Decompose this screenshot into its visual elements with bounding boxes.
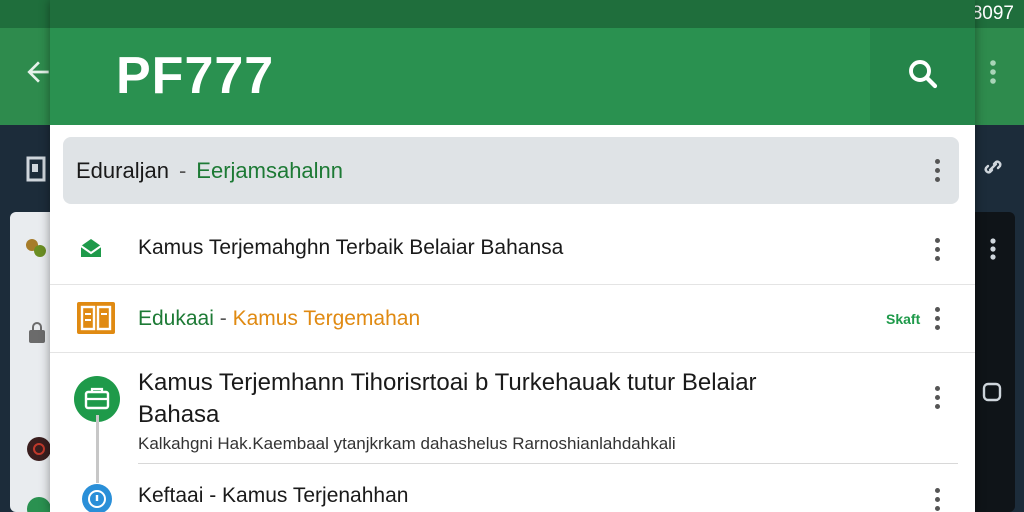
panel-status-bar (50, 0, 975, 28)
background-link-icon[interactable] (982, 156, 1004, 183)
category-separator: - (178, 157, 187, 183)
item-name: Kamus Tergemahan (232, 307, 421, 330)
item-separator: - (219, 307, 227, 330)
list-item[interactable]: Kamus Terjemhann Tihorisrtoai b Turkehau… (50, 353, 975, 464)
app-bar: PF777 (50, 28, 975, 125)
more-vert-icon[interactable] (935, 159, 940, 182)
background-overflow-icon[interactable] (990, 60, 996, 89)
item-category: Edukaai (138, 307, 214, 330)
background-avatar-icon (26, 436, 52, 467)
more-vert-icon[interactable] (935, 488, 940, 511)
item-title: Kamus Terjemahghn Terbaik Belaiar Bahans… (138, 236, 564, 259)
item-title: Edukaai - Kamus Tergemahan (138, 307, 420, 331)
background-lock-icon (28, 322, 46, 349)
background-green-icon (26, 496, 52, 512)
category-subtitle: Eerjamsahalnn (196, 157, 344, 183)
list-item[interactable]: Kamus Terjemahghn Terbaik Belaiar Bahans… (50, 215, 975, 285)
app-title: PF777 (116, 47, 275, 105)
item-title-line2: Bahasa (138, 401, 220, 428)
background-food-icon (24, 236, 48, 265)
background-doc-icon (26, 156, 48, 187)
item-title-line1: Kamus Terjemhann Tihorisrtoai b Turkehau… (138, 369, 757, 396)
status-badge: Skaft (886, 311, 921, 327)
more-vert-icon[interactable] (935, 238, 940, 261)
list-item[interactable]: Keftaai - Kamus Terjenahhan (50, 464, 975, 512)
item-title: Keftaai - Kamus Terjenahhan (138, 484, 409, 507)
item-subtitle: Kalkahgni Hak.Kaembaal ytanjkrkam dahash… (138, 434, 676, 453)
background-square-icon[interactable] (982, 382, 1002, 407)
category-header[interactable]: Eduraljan - Eerjamsahalnn (63, 137, 959, 204)
search-button[interactable] (870, 28, 975, 125)
category-title: Eduraljan (76, 157, 169, 183)
book-icon (76, 301, 116, 340)
main-panel: PF777 Eduraljan - Eerjamsahalnn Kamus Te… (50, 0, 975, 512)
info-icon (82, 484, 112, 512)
background-more-vert-icon[interactable] (990, 238, 996, 265)
mail-icon (78, 235, 104, 266)
status-time: 8097 (971, 3, 1014, 24)
more-vert-icon[interactable] (935, 386, 940, 409)
list-item[interactable]: Edukaai - Kamus Tergemahan Skaft (50, 285, 975, 353)
search-icon (905, 56, 941, 97)
more-vert-icon[interactable] (935, 307, 940, 330)
